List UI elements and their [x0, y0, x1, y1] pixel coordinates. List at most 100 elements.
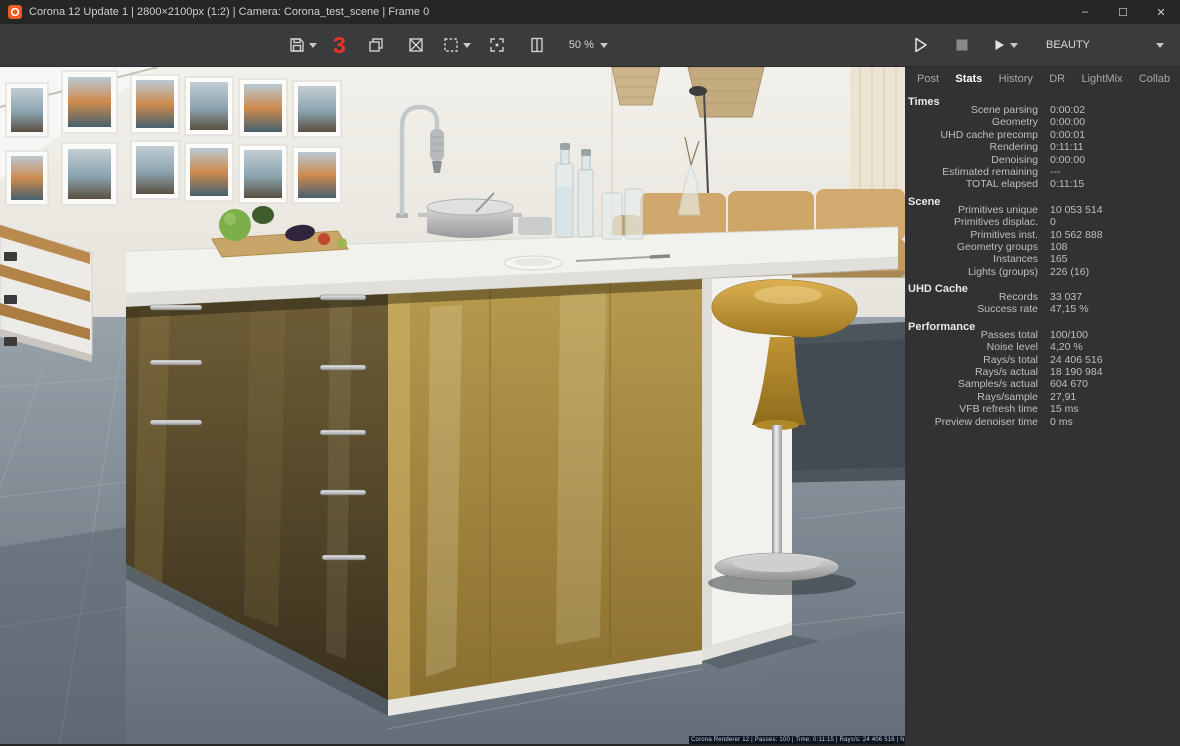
stat-value: 0 ms: [1050, 416, 1073, 428]
stat-value: 108: [1050, 241, 1068, 253]
pick-focus-icon: [488, 36, 506, 54]
stat-label: Rendering: [905, 141, 1038, 153]
stat-value: 4,20 %: [1050, 341, 1083, 353]
stat-row: Success rate 47,15 %: [905, 303, 1180, 315]
toolbar: 3: [0, 24, 1180, 67]
stat-row: Denoising0:00:00: [905, 154, 1180, 166]
titlebar[interactable]: Corona 12 Update 1 | 2800×2100px (1:2) |…: [0, 0, 1180, 24]
stat-label: Estimated remaining: [905, 166, 1038, 178]
stat-row: Rays/s total24 406 516: [905, 354, 1180, 366]
ab-compare-icon: [528, 36, 546, 54]
render-viewport[interactable]: Corona Renderer 12 | Passes: 100 | Time:…: [0, 67, 905, 744]
stat-row: VFB refresh time 15 ms: [905, 403, 1180, 415]
tab-stats[interactable]: Stats: [955, 73, 982, 85]
stat-row: Geometry groups 108: [905, 241, 1180, 253]
stat-row: Noise level4,20 %: [905, 341, 1180, 353]
stop-icon: [953, 36, 971, 54]
tab-post[interactable]: Post: [917, 73, 939, 85]
stats-side-panel: PostStatsHistoryDRLightMixCollab TimesSc…: [905, 67, 1180, 746]
zoom-select[interactable]: 50 %: [563, 35, 614, 55]
stat-row: Passes total 100/100: [905, 329, 1180, 341]
close-button[interactable]: ✕: [1142, 0, 1180, 24]
render-stop-button[interactable]: [948, 30, 976, 60]
minimize-button[interactable]: –: [1066, 0, 1104, 24]
panel-tabs: Post Stats History DR LightMix Collab: [905, 67, 1180, 89]
stat-row: Samples/s actual 604 670: [905, 378, 1180, 390]
stat-value: 0: [1050, 216, 1056, 228]
section-header: Times: [905, 91, 1180, 104]
stat-label: Geometry: [905, 116, 1038, 128]
stat-value: 33 037: [1050, 291, 1082, 303]
duplicate-image-button[interactable]: [362, 30, 390, 60]
corona-logo-icon: [8, 5, 22, 19]
zoom-value: 50 %: [569, 39, 594, 51]
stat-row: Primitives displac. 0: [905, 216, 1180, 228]
stat-row: Preview denoiser time 0 ms: [905, 416, 1180, 428]
stat-value: 0:11:11: [1050, 141, 1083, 153]
stat-row: Scene parsing0:00:02: [905, 104, 1180, 116]
stat-label: Passes total: [905, 329, 1038, 341]
tab-dr[interactable]: DR: [1049, 73, 1065, 85]
stat-label: Samples/s actual: [905, 378, 1038, 390]
stat-value: 0:00:00: [1050, 116, 1085, 128]
tab-history[interactable]: History: [999, 73, 1033, 85]
stat-value: 10 562 888: [1050, 229, 1103, 241]
stat-value: 47,15 %: [1050, 303, 1089, 315]
duplicate-icon: [367, 36, 385, 54]
stat-label: Rays/sample: [905, 391, 1038, 403]
history-slot-count[interactable]: 3: [329, 30, 350, 60]
stat-row: Geometry 0:00:00: [905, 116, 1180, 128]
stat-value: 15 ms: [1050, 403, 1079, 415]
stat-value: 18 190 984: [1050, 366, 1103, 378]
section-header: Scene: [905, 191, 1180, 204]
stat-row: TOTAL elapsed 0:11:15: [905, 178, 1180, 190]
stat-row: Lights (groups) 226 (16): [905, 266, 1180, 278]
window-title: Corona 12 Update 1 | 2800×2100px (1:2) |…: [29, 6, 429, 18]
chevron-down-icon: [1010, 43, 1018, 48]
tab-lightmix[interactable]: LightMix: [1081, 73, 1122, 85]
save-image-button[interactable]: [288, 30, 317, 60]
clear-image-button[interactable]: [402, 30, 430, 60]
stat-label: Preview denoiser time: [905, 416, 1038, 428]
stat-value: 0:11:15: [1050, 178, 1084, 190]
stat-value: 27,91: [1050, 391, 1076, 403]
pick-focus-button[interactable]: [483, 30, 511, 60]
render-start-button[interactable]: [906, 30, 934, 60]
stat-value: 165: [1050, 253, 1068, 265]
stat-value: 100/100: [1050, 329, 1088, 341]
stat-value: 0:00:02: [1050, 104, 1085, 116]
ab-compare-button[interactable]: [523, 30, 551, 60]
stat-value: 24 406 516: [1050, 354, 1103, 366]
corona-vfb-window: Corona 12 Update 1 | 2800×2100px (1:2) |…: [0, 0, 1180, 746]
stat-label: Lights (groups): [905, 266, 1038, 278]
play-small-icon: [991, 37, 1007, 53]
stat-row: Primitives unique10 053 514: [905, 204, 1180, 216]
stat-value: 226 (16): [1050, 266, 1089, 278]
maximize-button[interactable]: ☐: [1104, 0, 1142, 24]
stat-label: Success rate: [905, 303, 1038, 315]
play-icon: [910, 35, 930, 55]
section-header: Performance: [905, 316, 1180, 329]
stat-row: UHD cache precomp0:00:01: [905, 129, 1180, 141]
stat-label: VFB refresh time: [905, 403, 1038, 415]
stat-label: Records: [905, 291, 1038, 303]
render-mode-button[interactable]: [990, 30, 1018, 60]
render-element-value: BEAUTY: [1046, 39, 1090, 51]
stat-value: 604 670: [1050, 378, 1088, 390]
chevron-down-icon: [600, 43, 608, 48]
chevron-down-icon: [309, 43, 317, 48]
tab-collab[interactable]: Collab: [1139, 73, 1170, 85]
window-controls: – ☐ ✕: [1066, 0, 1180, 24]
stat-label: Primitives inst.: [905, 229, 1038, 241]
stat-label: Geometry groups: [905, 241, 1038, 253]
render-scene: [0, 67, 905, 744]
render-stamp: Corona Renderer 12 | Passes: 100 | Time:…: [689, 736, 905, 744]
stat-row: Estimated remaining---: [905, 166, 1180, 178]
render-element-select[interactable]: BEAUTY: [1034, 34, 1172, 56]
clear-icon: [407, 36, 425, 54]
section-header: UHD Cache: [905, 278, 1180, 291]
region-render-icon: [442, 36, 460, 54]
stat-label: TOTAL elapsed: [905, 178, 1038, 190]
region-render-button[interactable]: [442, 30, 471, 60]
stat-label: Primitives displac.: [905, 216, 1038, 228]
